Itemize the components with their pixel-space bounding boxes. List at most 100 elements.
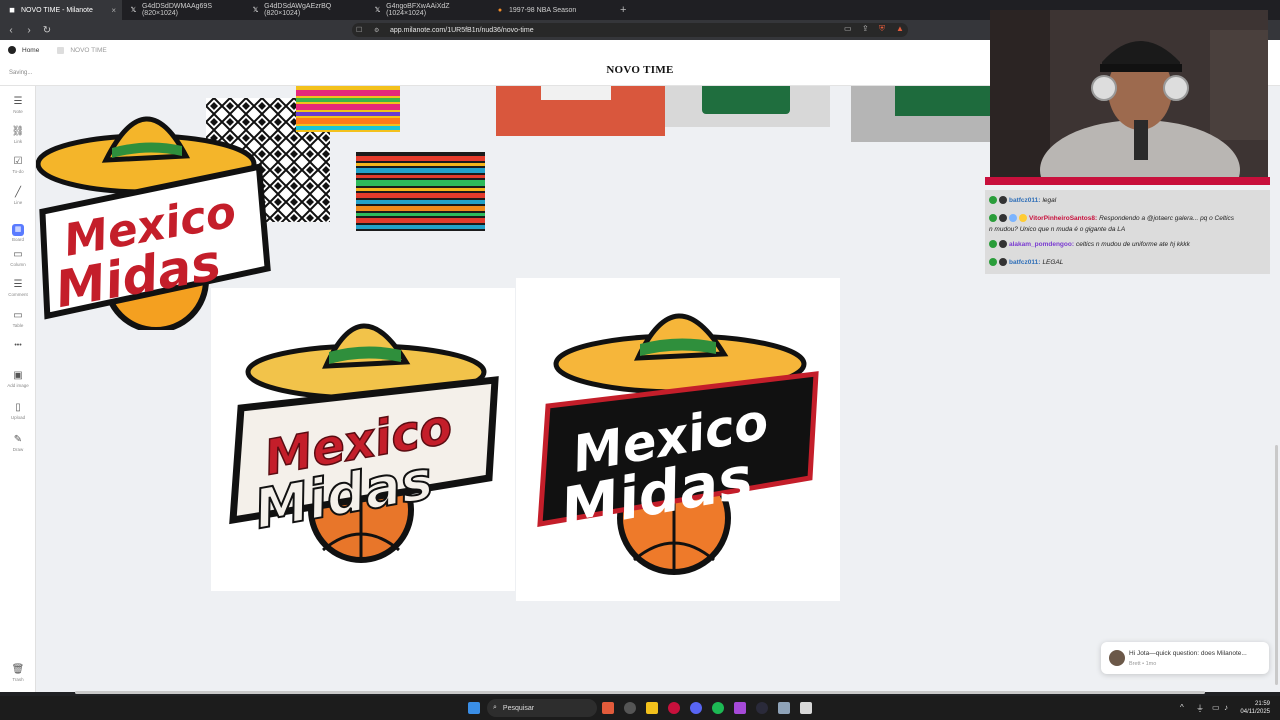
- cast-icon[interactable]: ▭: [844, 24, 852, 33]
- tab-image-2[interactable]: 𝕏 G4dDSdAWgAEzrBQ (820×1024): [244, 0, 366, 20]
- chat-username: batfcz011:: [1009, 196, 1041, 204]
- mexico-midas-logo-white: Mexico Midas: [537, 313, 819, 575]
- forward-icon[interactable]: ›: [22, 25, 36, 36]
- pattern-image-serape-top[interactable]: [296, 86, 400, 132]
- chat-message: batfcz011: LEGAL: [989, 258, 1267, 266]
- stream-chat: batfcz011: legal VitorPinheiroSantos8: R…: [985, 190, 1270, 274]
- milanote-icon: ◼: [9, 7, 15, 14]
- usb-icon[interactable]: ⏚: [1196, 703, 1204, 714]
- dark-jersey-shape: [895, 86, 991, 116]
- tool-label: Note: [13, 109, 23, 114]
- comment-icon: ☰: [13, 279, 23, 290]
- url-field[interactable]: ☐ ⚙ app.milanote.com/1UR5fB1n/nud36/novo…: [352, 23, 908, 37]
- tool-line[interactable]: ╱ Line: [0, 187, 36, 205]
- chat-badge-icon: [999, 240, 1007, 248]
- tab-nba-season[interactable]: ● 1997-98 NBA Season: [488, 0, 610, 20]
- chat-badge-icon: [1019, 214, 1027, 222]
- horizontal-scrollbar[interactable]: [75, 691, 1205, 694]
- app-icon[interactable]: [800, 702, 812, 714]
- app-icon[interactable]: [756, 702, 768, 714]
- network-icon[interactable]: ▭: [1212, 703, 1220, 712]
- toast-text: Hi Jota—quick question: does Milanote...: [1129, 650, 1247, 657]
- system-clock[interactable]: 21:59 04/11/2025: [1240, 700, 1270, 716]
- search-label: Pesquisar: [502, 704, 535, 712]
- chat-username: batfcz011:: [1009, 258, 1041, 266]
- settings-icon[interactable]: [778, 702, 790, 714]
- tool-label: Line: [13, 200, 23, 205]
- logo-card-white[interactable]: Mexico Midas: [516, 278, 840, 601]
- tool-board[interactable]: ▦ Board: [0, 218, 36, 242]
- home-icon[interactable]: [8, 46, 16, 54]
- share-icon[interactable]: ⇪: [862, 24, 869, 33]
- chat-text: legal: [1042, 196, 1057, 204]
- tool-table[interactable]: ▭ Table: [0, 310, 36, 328]
- chevron-up-icon[interactable]: ^: [1180, 703, 1184, 712]
- chat-badge-icon: [989, 258, 997, 266]
- windows-start-icon[interactable]: [468, 702, 480, 714]
- brave-shield-icon[interactable]: ⛨: [879, 24, 885, 34]
- tool-label: Add image: [7, 383, 29, 388]
- image-icon: ▣: [13, 370, 23, 381]
- note-icon: ☰: [13, 96, 23, 107]
- chat-badge-icon: [1009, 214, 1017, 222]
- tab-image-3[interactable]: 𝕏 G4ngoBFXwAAiXdZ (1024×1024): [366, 0, 488, 20]
- chat-badge-icon: [999, 196, 1007, 204]
- tool-more[interactable]: •••: [0, 340, 36, 352]
- streamer-webcam: [990, 10, 1268, 177]
- close-tab-icon[interactable]: ×: [111, 6, 116, 15]
- green-shorts-shape: [702, 86, 790, 114]
- tab-label: G4ngoBFXwAAiXdZ (1024×1024): [386, 3, 450, 17]
- breadcrumb-home[interactable]: Home: [22, 47, 39, 54]
- clock-date: 04/11/2025: [1240, 709, 1270, 715]
- logo-card-red[interactable]: Mexico Midas: [211, 288, 515, 591]
- mexico-midas-logo-red: Mexico Midas: [229, 323, 499, 563]
- draw-icon: ✎: [13, 434, 23, 445]
- back-icon[interactable]: ‹: [4, 25, 18, 36]
- tab-label: 1997-98 NBA Season: [509, 6, 577, 14]
- tool-add-image[interactable]: ▣ Add image: [0, 370, 36, 388]
- volume-icon[interactable]: ♪: [1224, 703, 1228, 712]
- taskbar-search[interactable]: ⌕ Pesquisar: [487, 699, 597, 717]
- tool-comment[interactable]: ☰ Comment: [0, 279, 36, 297]
- tool-label: Comment: [8, 292, 28, 297]
- board-icon: [57, 46, 65, 54]
- new-tab-button[interactable]: +: [620, 4, 626, 16]
- jersey-image-white[interactable]: [496, 86, 665, 136]
- tool-trash[interactable]: 🗑 Trash: [0, 664, 36, 682]
- tab-novo-time[interactable]: ◼ NOVO TIME - Milanote ×: [0, 0, 122, 20]
- tool-column[interactable]: ▭ Column: [0, 249, 36, 267]
- tool-todo[interactable]: ☑ To-do: [0, 156, 36, 174]
- tool-label: Trash: [12, 677, 24, 682]
- breadcrumb-current[interactable]: NOVO TIME: [70, 47, 106, 54]
- bookmark-icon[interactable]: ☐: [356, 26, 362, 34]
- tab-image-1[interactable]: 𝕏 G4dDSdDWMAAg69S (820×1024): [122, 0, 244, 20]
- chat-badge-icon: [999, 258, 1007, 266]
- shorts-shape: [541, 86, 611, 100]
- brave-browser-icon[interactable]: [602, 702, 614, 714]
- tool-label: Upload: [10, 415, 26, 420]
- app-icon[interactable]: [668, 702, 680, 714]
- jersey-image-dark[interactable]: [851, 86, 991, 142]
- site-info-icon[interactable]: ⚙: [374, 27, 379, 34]
- chat-text: celtics n mudou de uniforme ate hj kkkk: [1076, 240, 1190, 248]
- rewards-icon[interactable]: ▲: [896, 24, 904, 33]
- obs-icon[interactable]: [624, 702, 636, 714]
- tool-label: To-do: [12, 169, 24, 174]
- tool-link[interactable]: ⛓ Link: [0, 126, 36, 144]
- file-explorer-icon[interactable]: [646, 702, 658, 714]
- discord-icon[interactable]: [690, 702, 702, 714]
- column-icon: ▭: [13, 249, 23, 260]
- windows-taskbar: ⌕ Pesquisar ^ ⏚ ▭ ♪ 21:59 04/11/2025: [0, 696, 1280, 720]
- jersey-image-green[interactable]: [665, 86, 830, 127]
- reload-icon[interactable]: ↻: [40, 25, 54, 36]
- tool-upload[interactable]: ▯ Upload: [0, 402, 36, 420]
- tool-draw[interactable]: ✎ Draw: [0, 434, 36, 452]
- tool-note[interactable]: ☰ Note: [0, 96, 36, 114]
- chat-text: Respondendo a @jotaerc galera... pq o Ce…: [1099, 214, 1235, 222]
- app-icon[interactable]: [734, 702, 746, 714]
- pattern-image-serape[interactable]: [356, 152, 485, 231]
- vertical-scrollbar[interactable]: [1275, 445, 1278, 685]
- spotify-icon[interactable]: [712, 702, 724, 714]
- webcam-overlay: [990, 10, 1268, 177]
- support-message-toast[interactable]: Hi Jota—quick question: does Milanote...…: [1101, 642, 1269, 674]
